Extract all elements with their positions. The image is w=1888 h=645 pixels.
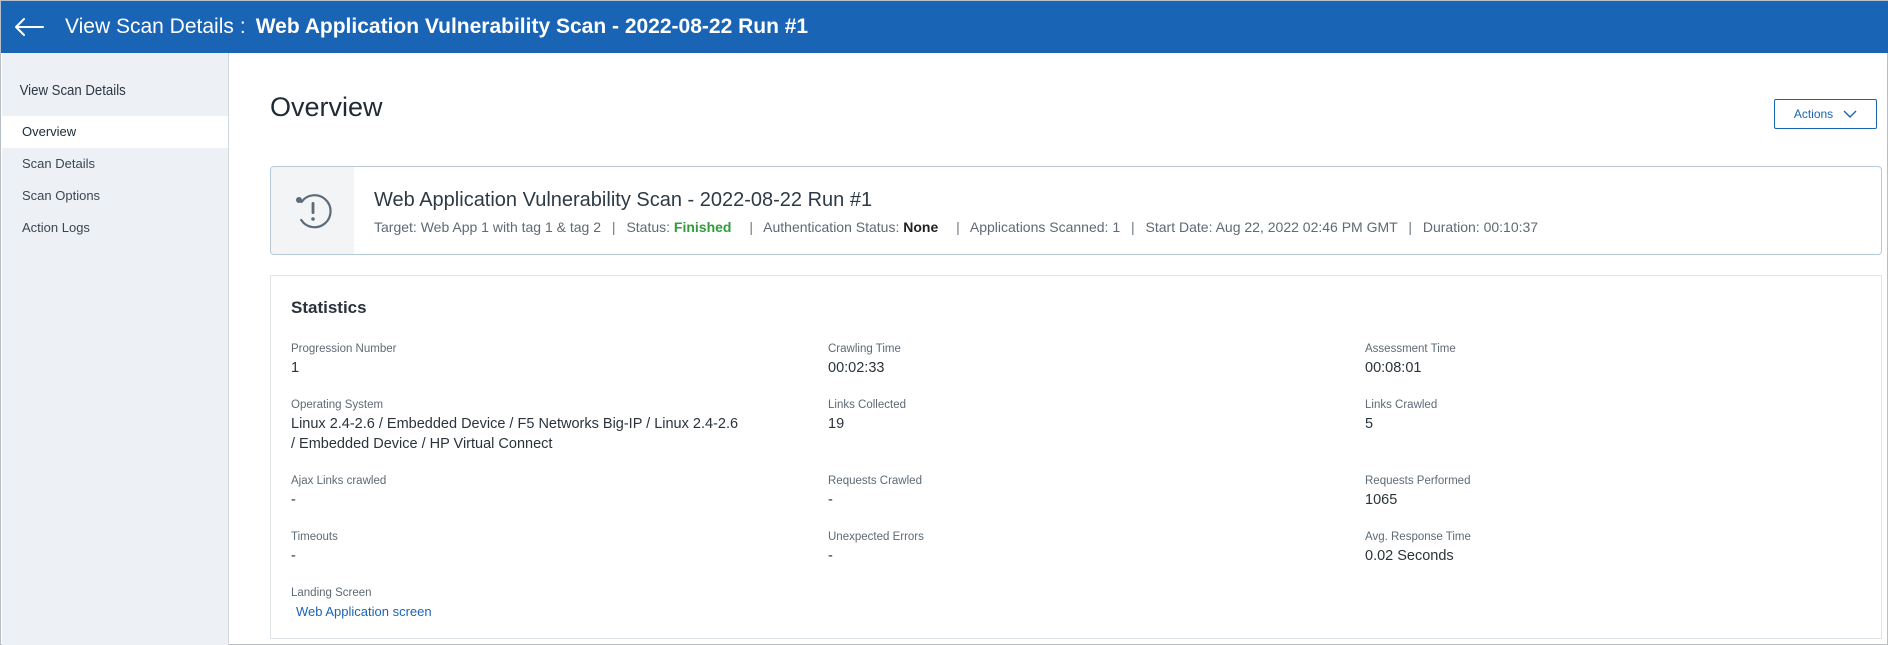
arrow-left-icon <box>15 18 44 36</box>
back-button[interactable] <box>13 12 51 42</box>
stat-value: 00:02:33 <box>828 360 885 376</box>
stat-crawling-time: Crawling Time 00:02:33 <box>828 342 1328 378</box>
stat-value: Linux 2.4-2.6 / Embedded Device / F5 Net… <box>291 416 739 432</box>
stat-label: Requests Crawled <box>828 475 922 487</box>
summary-meta-line: Target: Web App 1 with tag 1 & tag 2 | S… <box>374 219 1538 235</box>
stat-requests-performed: Requests Performed 1065 <box>1365 474 1865 510</box>
stat-value-continued: / Embedded Device / HP Virtual Connect <box>291 436 553 452</box>
sidebar: View Scan Details Overview Scan Details … <box>2 53 229 645</box>
stat-label: Landing Screen <box>291 587 372 599</box>
stat-links-collected: Links Collected 19 <box>828 398 1328 434</box>
stat-value: 1 <box>291 360 300 376</box>
stat-assessment-time: Assessment Time 00:08:01 <box>1365 342 1865 378</box>
meta-separator: | <box>1408 219 1412 235</box>
stat-unexpected-errors: Unexpected Errors - <box>828 530 1328 566</box>
statistics-card: Statistics Progression Number 1 Crawling… <box>270 275 1882 639</box>
scan-summary-card: Web Application Vulnerability Scan - 202… <box>270 166 1882 255</box>
meta-separator: | <box>1131 219 1135 235</box>
top-header: View Scan Details : Web Application Vuln… <box>1 1 1888 53</box>
stat-value: - <box>291 548 296 564</box>
stat-progression-number: Progression Number 1 <box>291 342 791 378</box>
statistics-title: Statistics <box>291 298 367 317</box>
header-scan-title: Web Application Vulnerability Scan - 202… <box>255 15 809 38</box>
start-date-value: Aug 22, 2022 02:46 PM GMT <box>1215 219 1398 235</box>
stat-requests-crawled: Requests Crawled - <box>828 474 1328 510</box>
landing-screen-link[interactable]: Web Application screen <box>296 604 791 619</box>
target-label: Target: <box>374 219 417 235</box>
header-separator: : <box>239 15 246 38</box>
meta-separator: | <box>611 219 616 235</box>
summary-scan-title: Web Application Vulnerability Scan - 202… <box>374 189 873 211</box>
actions-button[interactable]: Actions <box>1774 99 1877 129</box>
stat-label: Timeouts <box>291 531 338 543</box>
page-title: Overview <box>270 92 383 122</box>
stat-links-crawled: Links Crawled 5 <box>1365 398 1865 434</box>
scan-alert-icon <box>295 193 332 228</box>
stat-label: Ajax Links crawled <box>291 475 387 487</box>
sidebar-item-action-logs[interactable]: Action Logs <box>2 212 228 244</box>
stat-label: Avg. Response Time <box>1365 531 1471 543</box>
apps-scanned-value: 1 <box>1112 219 1121 235</box>
stat-value: 19 <box>828 416 845 432</box>
meta-separator: | <box>956 219 960 235</box>
stat-value: 5 <box>1365 416 1374 432</box>
stat-label: Requests Performed <box>1365 475 1471 487</box>
stat-timeouts: Timeouts - <box>291 530 791 566</box>
stat-avg-response-time: Avg. Response Time 0.02 Seconds <box>1365 530 1865 566</box>
duration-value: 00:10:37 <box>1483 219 1539 235</box>
main-content: Overview Actions Web Application Vulnera… <box>230 53 1888 645</box>
stat-value: - <box>291 492 296 508</box>
stat-label: Unexpected Errors <box>828 531 924 543</box>
actions-button-label: Actions <box>1793 107 1834 121</box>
header-label: View Scan Details <box>65 15 234 38</box>
stat-label: Assessment Time <box>1365 343 1456 355</box>
start-date-label: Start Date: <box>1145 219 1213 235</box>
stat-label: Crawling Time <box>828 343 901 355</box>
sidebar-item-scan-details[interactable]: Scan Details <box>2 148 228 180</box>
stat-label: Progression Number <box>291 343 397 355</box>
stat-label: Links Crawled <box>1365 399 1438 411</box>
status-label: Status: <box>626 219 671 235</box>
stat-value: 1065 <box>1365 492 1398 508</box>
app-frame: View Scan Details : Web Application Vuln… <box>0 0 1888 645</box>
stat-ajax-links-crawled: Ajax Links crawled - <box>291 474 791 510</box>
target-value: Web App 1 with tag 1 & tag 2 <box>420 219 602 235</box>
stat-value: 0.02 Seconds <box>1365 548 1454 564</box>
stat-value: 00:08:01 <box>1365 360 1422 376</box>
sidebar-item-scan-options[interactable]: Scan Options <box>2 180 228 212</box>
stat-label: Operating System <box>291 399 384 411</box>
stat-label: Links Collected <box>828 399 906 411</box>
summary-icon-box <box>271 167 354 254</box>
stat-landing-screen: Landing Screen Web Application screen <box>291 586 791 619</box>
chevron-down-icon <box>1843 110 1857 118</box>
meta-separator: | <box>749 219 754 235</box>
auth-status-label: Authentication Status: <box>763 219 900 235</box>
stat-operating-system: Operating System Linux 2.4-2.6 / Embedde… <box>291 398 791 454</box>
status-value: Finished <box>673 219 732 235</box>
sidebar-title: View Scan Details <box>19 82 126 99</box>
stat-value: - <box>828 492 833 508</box>
sidebar-item-overview[interactable]: Overview <box>2 116 228 148</box>
duration-label: Duration: <box>1422 219 1480 235</box>
apps-scanned-label: Applications Scanned: <box>969 219 1109 235</box>
auth-status-value: None <box>903 219 939 235</box>
stat-value: - <box>828 548 833 564</box>
